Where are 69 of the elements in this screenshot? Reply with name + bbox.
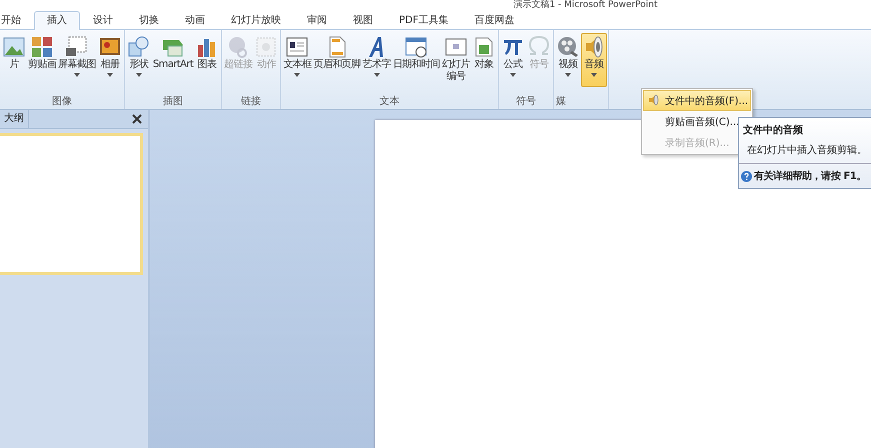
ribbon-button[interactable]: 文本框 — [282, 33, 313, 87]
ribbon-button[interactable]: 视频 — [554, 33, 581, 87]
button-label: 符号 — [530, 59, 548, 71]
button-label: 页眉和页脚 — [314, 59, 361, 71]
button-label: 屏幕截图 — [58, 59, 96, 71]
button-label: 图表 — [198, 59, 217, 71]
group-label: 链接 — [240, 95, 262, 109]
help-hint: 有关详细帮助，请按 F1。 — [754, 169, 866, 183]
ribbon-button[interactable]: 屏幕截图 — [57, 33, 97, 87]
ribbon-tab[interactable]: 视图 — [340, 11, 386, 29]
group-label: 文本 — [378, 95, 401, 109]
help-icon — [741, 170, 752, 182]
shapes-icon — [126, 35, 151, 59]
ribbon-button[interactable]: 公式 — [500, 33, 526, 87]
button-label: 片 — [9, 59, 19, 71]
clipart-icon — [30, 35, 54, 59]
button-label: 视频 — [558, 59, 578, 71]
button-label: 文本框 — [283, 59, 312, 71]
text-box-icon — [285, 35, 310, 59]
button-label: 相册 — [100, 59, 120, 71]
ribbon-tab[interactable]: 百度网盘 — [461, 11, 528, 29]
button-label: 对象 — [474, 59, 494, 71]
film-reel-icon — [556, 35, 580, 59]
ribbon-button[interactable]: 音频 — [580, 33, 607, 87]
ribbon-button[interactable]: 页眉和页脚 — [312, 33, 362, 87]
ribbon-button[interactable]: 图表 — [194, 33, 220, 87]
ribbon-button[interactable]: 艺术字 — [362, 33, 392, 87]
ribbon-button[interactable]: SmartArt — [152, 33, 194, 87]
button-label: 艺术字 — [362, 59, 391, 71]
button-label: 动作 — [256, 59, 276, 71]
button-label: SmartArt — [152, 59, 194, 71]
speaker-icon — [648, 94, 660, 106]
ribbon-button[interactable]: 幻灯片 编号 — [440, 33, 471, 87]
screenshot-icon — [65, 35, 89, 59]
ribbon-tab[interactable]: 审阅 — [294, 11, 340, 29]
outline-tab[interactable]: 大纲 — [0, 110, 29, 128]
button-label: 幻灯片 — [442, 59, 470, 70]
ribbon-button[interactable]: 剪贴画 — [27, 33, 58, 87]
button-label: 公式 — [504, 59, 522, 71]
ribbon-tab[interactable]: 幻灯片放映 — [218, 11, 294, 29]
ribbon-tab[interactable]: 开始 — [0, 11, 34, 29]
menu-item[interactable]: 文件中的音频(F)... — [643, 90, 751, 111]
ribbon-tab[interactable]: PDF工具集 — [386, 11, 462, 29]
ribbon-tab[interactable]: 设计 — [80, 11, 126, 29]
close-icon[interactable] — [132, 114, 142, 124]
ribbon-tab[interactable]: 插入 — [34, 11, 80, 30]
group-label: 符号 — [514, 95, 537, 109]
ribbon-button[interactable]: 形状 — [126, 33, 152, 87]
group-label: 插图 — [162, 95, 184, 109]
ribbon-button[interactable]: 日期和时间 — [392, 33, 441, 87]
group-label: 媒 — [554, 95, 567, 109]
ribbon-tab[interactable]: 动画 — [172, 11, 218, 29]
button-label: 超链接 — [224, 59, 252, 71]
ribbon-button[interactable]: 相册 — [96, 33, 123, 87]
tooltip-title: 文件中的音频 — [742, 123, 804, 138]
tooltip-text: 在幻灯片中插入音频剪辑。 — [739, 140, 871, 164]
group-label: 图像 — [50, 95, 73, 109]
action-icon — [254, 35, 278, 59]
button-label: 剪贴画 — [28, 59, 56, 71]
calendar-icon — [404, 35, 428, 59]
button-label: 形状 — [129, 59, 148, 71]
ribbon-tab[interactable]: 切换 — [126, 11, 172, 29]
button-label: 音频 — [584, 59, 604, 71]
ribbon-button[interactable]: 对象 — [470, 33, 497, 87]
slide-thumbnail[interactable] — [0, 133, 143, 275]
ribbon-button[interactable]: 片 — [1, 33, 27, 87]
picture-icon — [2, 35, 26, 59]
button-label: 编号 — [446, 71, 466, 83]
button-label: 日期和时间 — [392, 59, 440, 71]
